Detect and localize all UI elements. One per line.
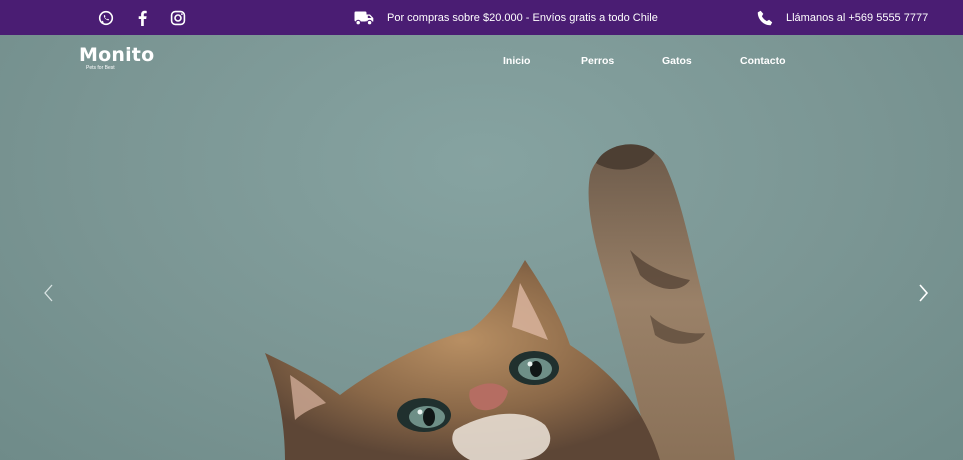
nav-gatos[interactable]: Gatos: [662, 55, 692, 67]
social-links: [95, 0, 203, 35]
instagram-icon[interactable]: [167, 7, 189, 29]
top-bar: Por compras sobre $20.000 - Envíos grati…: [0, 0, 963, 35]
phone-text: Llámanos al +569 5555 7777: [786, 11, 929, 24]
phone-icon: [757, 10, 773, 25]
carousel-next-button[interactable]: [915, 282, 931, 304]
brand-logo[interactable]: Monito Pets for Best: [79, 45, 154, 71]
nav-perros[interactable]: Perros: [581, 55, 614, 67]
carousel-prev-button[interactable]: [41, 282, 57, 304]
hero-carousel: Monito Pets for Best Inicio Perros Gatos…: [0, 35, 963, 460]
shipping-text: Por compras sobre $20.000 - Envíos grati…: [387, 11, 658, 24]
nav-contacto[interactable]: Contacto: [740, 55, 786, 67]
brand-name: Monito: [79, 44, 155, 66]
nav-inicio[interactable]: Inicio: [503, 55, 530, 67]
hero-cat-image: [265, 144, 735, 460]
chevron-left-icon: [44, 284, 53, 302]
phone-contact[interactable]: Llámanos al +569 5555 7777: [757, 0, 928, 35]
chevron-right-icon: [919, 284, 929, 302]
truck-icon: [354, 11, 374, 25]
shipping-notice: Por compras sobre $20.000 - Envíos grati…: [354, 0, 658, 35]
whatsapp-icon[interactable]: [95, 7, 117, 29]
facebook-icon[interactable]: [131, 7, 153, 29]
